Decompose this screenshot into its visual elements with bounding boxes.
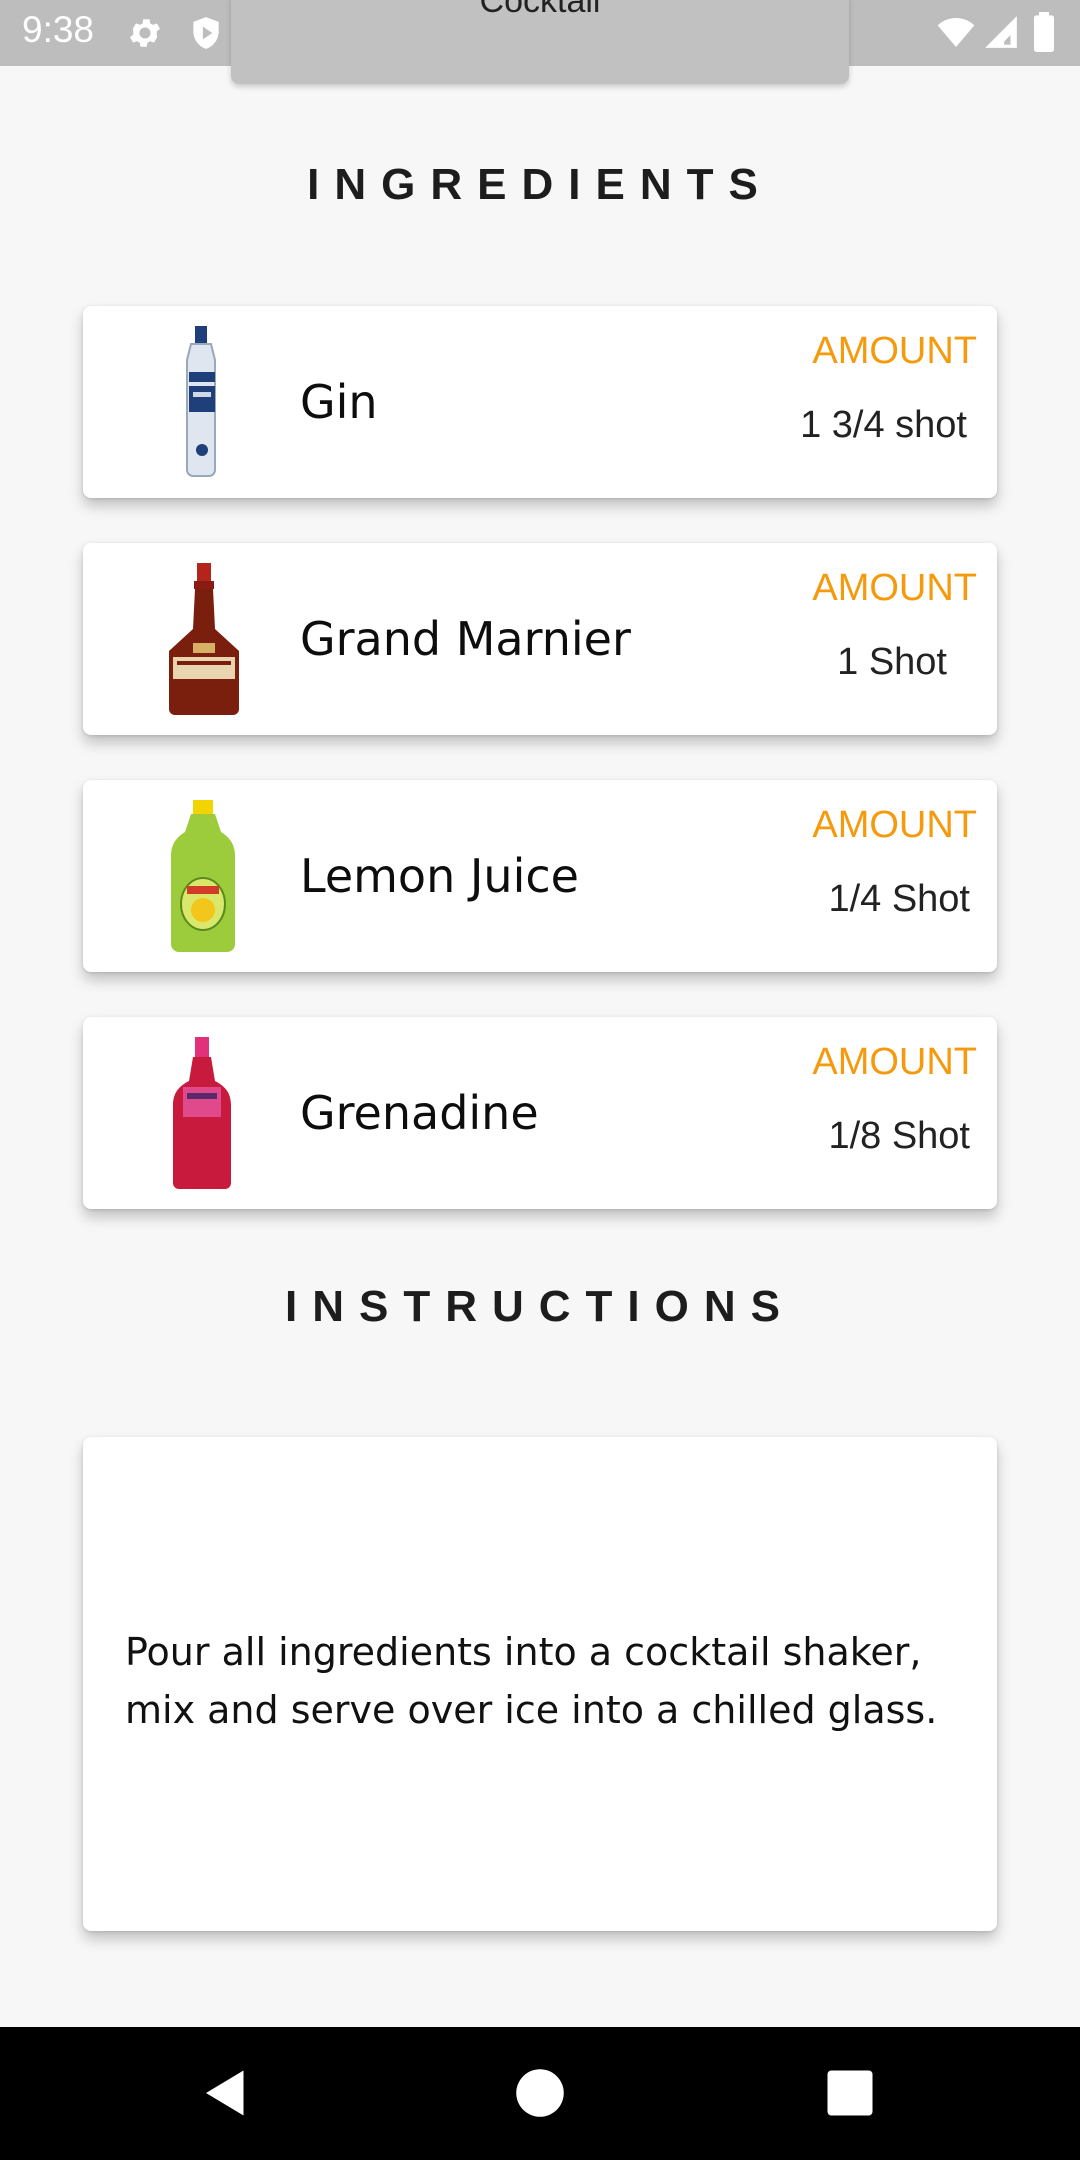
ingredient-amount: 1/4 Shot [828,878,970,920]
instructions-text: Pour all ingredients into a cocktail sha… [125,1630,938,1732]
popup-title: Cocktail [479,0,601,20]
ingredients-heading: INGREDIENTS [307,160,773,209]
ingredient-amount: 1 Shot [837,641,947,683]
navigation-bar [0,2027,1080,2160]
ingredient-card-grenadine[interactable]: Grenadine AMOUNT 1/8 Shot [83,1017,997,1209]
ingredient-card-lemon-juice[interactable]: Lemon Juice AMOUNT 1/4 Shot [83,780,997,972]
home-icon[interactable] [510,2063,570,2123]
wifi-icon [937,18,975,47]
battery-icon [1034,12,1054,52]
instructions-heading: INSTRUCTIONS [285,1282,795,1331]
instructions-card: Pour all ingredients into a cocktail sha… [83,1437,997,1931]
shield-icon [193,17,219,49]
ingredient-name: Grand Marnier [300,612,631,666]
recents-icon[interactable] [820,2063,880,2123]
back-icon[interactable] [196,2063,256,2123]
settings-icon [129,19,161,47]
amount-label: AMOUNT [812,567,977,609]
amount-label: AMOUNT [812,330,977,372]
amount-label: AMOUNT [812,804,977,846]
ingredient-name: Grenadine [300,1086,539,1140]
ingredient-name: Gin [300,375,378,429]
amount-label: AMOUNT [812,1041,977,1083]
cocktail-title-card: Cocktail [231,0,849,84]
signal-icon [985,16,1017,48]
grand-marnier-bottle-image [169,563,239,715]
lemon-juice-bottle-image [171,800,235,952]
ingredient-card-grand-marnier[interactable]: Grand Marnier AMOUNT 1 Shot [83,543,997,735]
ingredient-card-gin[interactable]: Gin AMOUNT 1 3/4 shot [83,306,997,498]
status-time: 9:38 [22,9,95,50]
gin-bottle-image [186,326,216,477]
ingredient-amount: 1 3/4 shot [800,404,967,446]
ingredient-name: Lemon Juice [300,849,579,903]
grenadine-bottle-image [173,1037,231,1189]
ingredient-amount: 1/8 Shot [828,1115,970,1157]
